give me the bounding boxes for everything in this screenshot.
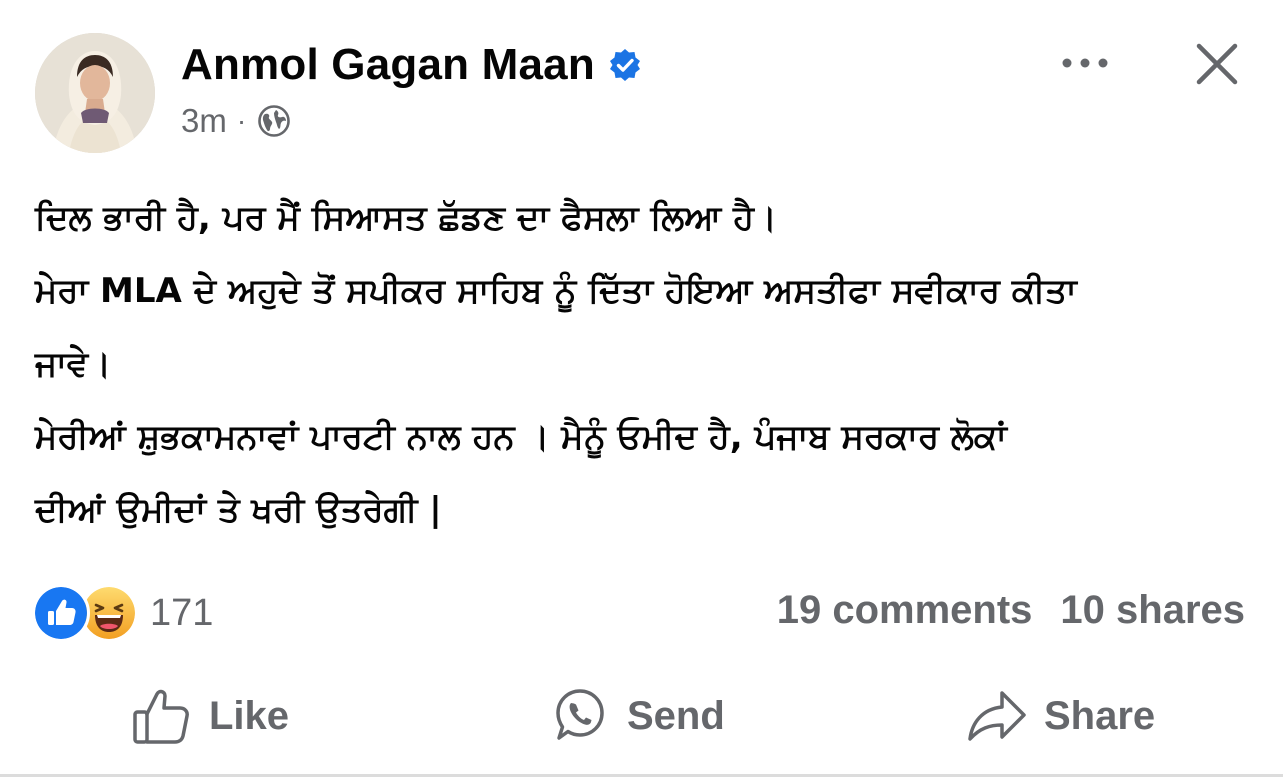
post-text: ਦਿਲ ਭਾਰੀ ਹੈ, ਪਰ ਮੈਂ ਸਿਆਸਤ ਛੱਡਣ ਦਾ ਫੈਸਲਾ … [35, 182, 1250, 547]
reactions-summary[interactable]: 171 [32, 584, 213, 642]
comments-count[interactable]: 19 comments [777, 588, 1033, 633]
post-action-bar: Like Send Share [0, 680, 1283, 752]
post-line: ਜਾਵੇ। [35, 344, 112, 384]
post-timestamp[interactable]: 3m [181, 102, 227, 140]
engagement-stats: 19 comments 10 shares [777, 588, 1245, 633]
thumbs-up-icon [133, 689, 189, 744]
verified-badge-icon [609, 49, 640, 81]
like-button[interactable]: Like [131, 680, 289, 752]
send-button[interactable]: Send [549, 680, 725, 752]
share-label: Share [1044, 693, 1156, 738]
author-row: Anmol Gagan Maan [181, 40, 643, 90]
share-button[interactable]: Share [966, 680, 1155, 752]
author-name[interactable]: Anmol Gagan Maan [181, 40, 595, 90]
more-horizontal-icon[interactable] [1058, 48, 1112, 78]
avatar-photo [35, 33, 155, 153]
post-line: ਮੇਰੀਆਂ ਸ਼ੁਭਕਾਮਨਾਵਾਂ ਪਾਰਟੀ ਨਾਲ ਹਨ । ਮੈਨੂੰ… [35, 417, 1007, 457]
like-label: Like [209, 693, 290, 738]
shares-count[interactable]: 10 shares [1060, 588, 1245, 633]
post-line: ਦਿਲ ਭਾਰੀ ਹੈ, ਪਰ ਮੈਂ ਸਿਆਸਤ ਛੱਡਣ ਦਾ ਫੈਸਲਾ … [35, 198, 777, 238]
reaction-count[interactable]: 171 [150, 592, 213, 635]
send-label: Send [627, 693, 725, 738]
close-icon[interactable] [1193, 40, 1241, 88]
share-arrow-icon [968, 691, 1026, 741]
meta-separator: · [236, 105, 247, 136]
post-line: ਮੇਰਾ MLA ਦੇ ਅਹੁਦੇ ਤੋਂ ਸਪੀਕਰ ਸਾਹਿਬ ਨੂੰ ਦਿ… [35, 271, 1077, 311]
globe-icon[interactable] [256, 103, 292, 139]
like-reaction-icon [32, 584, 90, 642]
post-meta: 3m · [181, 102, 292, 140]
whatsapp-icon [556, 689, 604, 740]
avatar[interactable] [35, 33, 155, 153]
post-line: ਦੀਆਂ ਉਮੀਦਾਂ ਤੇ ਖਰੀ ਉਤਰੇਗੀ | [35, 490, 442, 530]
